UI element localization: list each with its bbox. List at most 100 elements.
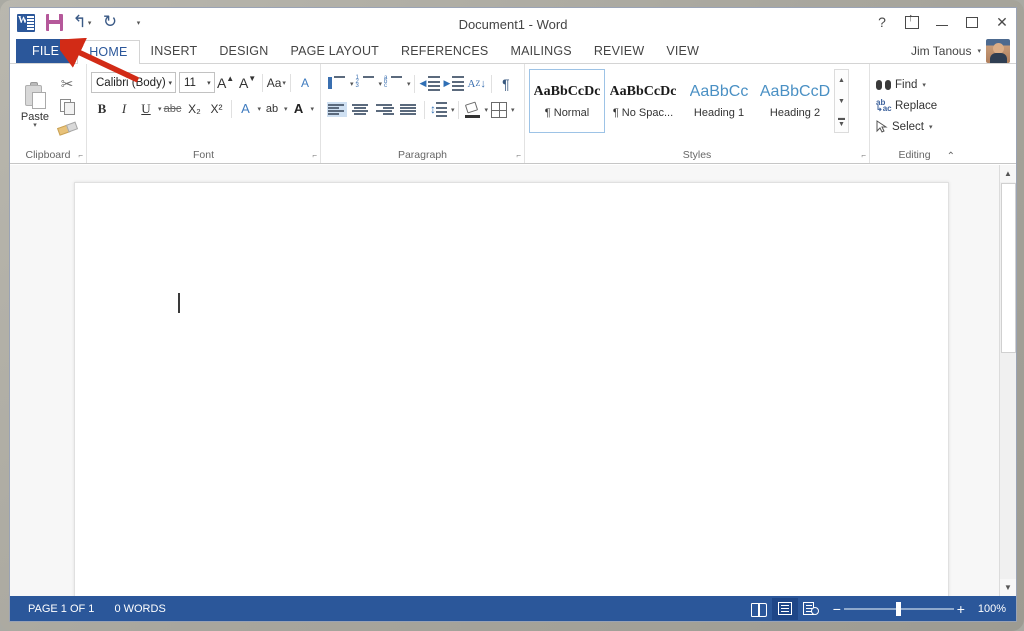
zoom-in-button[interactable]: + — [954, 602, 968, 616]
find-button[interactable]: Find ▾ — [874, 74, 955, 95]
tab-review[interactable]: REVIEW — [583, 40, 656, 63]
vertical-scrollbar[interactable]: ▲ ▼ — [999, 165, 1016, 596]
help-icon[interactable]: ? — [874, 14, 890, 30]
clipboard-dialog-launcher[interactable]: ⌐ — [78, 151, 83, 160]
style-item-heading-2[interactable]: AaBbCcD Heading 2 — [757, 69, 833, 133]
ribbon-display-options-icon[interactable] — [904, 13, 920, 30]
grow-font-button[interactable]: A ▲ — [215, 72, 237, 93]
font-size-input[interactable]: 11 ▾ — [179, 72, 215, 93]
select-button[interactable]: Select ▾ — [874, 116, 955, 137]
styles-scroll-up-icon[interactable]: ▲ — [835, 70, 848, 90]
decrease-indent-button[interactable]: ◀ — [418, 73, 442, 94]
paragraph-dialog-launcher[interactable]: ⌐ — [516, 151, 521, 160]
font-color-button[interactable]: A — [288, 98, 310, 119]
scroll-up-icon[interactable]: ▲ — [1000, 165, 1016, 182]
paste-label: Paste — [20, 110, 50, 123]
tab-insert[interactable]: INSERT — [140, 40, 209, 63]
font-color-caret-icon[interactable]: ▾ — [311, 105, 315, 113]
read-mode-view-button[interactable] — [746, 598, 772, 620]
align-center-button[interactable] — [349, 99, 373, 120]
zoom-slider[interactable]: − + — [830, 601, 968, 616]
tab-file[interactable]: FILE — [16, 39, 76, 63]
close-icon[interactable]: ✕ — [994, 14, 1010, 30]
cut-button[interactable]: ✂ — [56, 74, 78, 94]
underline-button[interactable]: U — [135, 98, 157, 119]
italic-button[interactable]: I — [113, 98, 135, 119]
increase-indent-button[interactable]: ▶ — [442, 73, 466, 94]
multilevel-list-button[interactable]: abc — [382, 73, 406, 94]
tab-mailings[interactable]: MAILINGS — [499, 40, 582, 63]
zoom-level-label[interactable]: 100% — [974, 603, 1008, 615]
style-item-normal[interactable]: AaBbCcDc ¶ Normal — [529, 69, 605, 133]
font-name-value: Calibri (Body) — [96, 76, 166, 89]
document-area[interactable]: ▲ ▼ — [10, 165, 1016, 596]
zoom-track[interactable] — [843, 601, 954, 616]
text-effects-button[interactable]: A — [235, 98, 257, 119]
find-caret-icon[interactable]: ▾ — [922, 81, 926, 89]
replace-button[interactable]: ab ↳ac Replace — [874, 95, 955, 116]
ribbon-group-styles: AaBbCcDc ¶ Normal AaBbCcDc ¶ No Spac... … — [524, 64, 869, 163]
print-layout-view-button[interactable] — [771, 597, 798, 620]
ribbon-group-editing: Find ▾ ab ↳ac Replace Select ▾ Editing ⌃ — [869, 64, 959, 163]
tab-view[interactable]: VIEW — [655, 40, 710, 63]
paste-caret-icon[interactable]: ▾ — [33, 122, 37, 129]
multilevel-list-caret-icon[interactable]: ▾ — [407, 80, 411, 88]
show-formatting-marks-button[interactable]: ¶ — [495, 73, 517, 94]
superscript-button[interactable]: X² — [206, 98, 228, 119]
web-layout-view-button[interactable] — [798, 598, 824, 620]
select-caret-icon[interactable]: ▾ — [929, 123, 933, 131]
scroll-down-icon[interactable]: ▼ — [1000, 579, 1016, 596]
minimize-icon[interactable] — [934, 14, 950, 30]
sort-button[interactable]: A Z ↓ — [466, 73, 488, 94]
avatar[interactable] — [986, 39, 1010, 63]
justify-button[interactable] — [397, 99, 421, 120]
cursor-icon — [876, 120, 888, 133]
subscript-button[interactable]: X₂ — [184, 98, 206, 119]
tab-home[interactable]: HOME — [77, 40, 140, 64]
account-caret-icon[interactable]: ▾ — [977, 47, 981, 55]
zoom-thumb[interactable] — [895, 601, 901, 616]
styles-scroll-down-icon[interactable]: ▼ — [835, 91, 848, 111]
styles-dialog-launcher[interactable]: ⌐ — [861, 151, 866, 160]
text-highlight-color-button[interactable]: ab — [261, 98, 283, 119]
zoom-out-button[interactable]: − — [830, 602, 844, 616]
borders-caret-icon[interactable]: ▾ — [511, 106, 515, 114]
line-spacing-button[interactable]: ↕ — [428, 99, 450, 120]
copy-button[interactable] — [56, 96, 78, 116]
shading-button[interactable] — [462, 99, 484, 120]
replace-icon: ab ↳ac — [876, 97, 892, 113]
ribbon-group-paragraph: ▾ 123 ▾ abc ▾ ◀ ▶ A Z ↓ ¶ ↕ ▾ ▾ ▾ Paragr… — [320, 64, 524, 163]
bold-button[interactable]: B — [91, 98, 113, 119]
font-dialog-launcher[interactable]: ⌐ — [312, 151, 317, 160]
clear-formatting-button[interactable]: A — [294, 72, 316, 93]
paste-button[interactable]: Paste ▾ — [14, 80, 56, 129]
styles-more-icon[interactable]: ▬ ▼ — [835, 112, 848, 132]
change-case-button[interactable]: Aa ▾ — [265, 72, 287, 93]
style-item-heading-1[interactable]: AaBbCc Heading 1 — [681, 69, 757, 133]
ribbon-tab-bar: FILE HOME INSERT DESIGN PAGE LAYOUT REFE… — [10, 38, 1016, 64]
document-page[interactable] — [74, 182, 949, 596]
page-indicator[interactable]: PAGE 1 OF 1 — [18, 603, 104, 615]
style-preview: AaBbCcDc — [533, 84, 601, 99]
tab-page-layout[interactable]: PAGE LAYOUT — [279, 40, 390, 63]
numbering-button[interactable]: 123 — [354, 73, 378, 94]
font-name-input[interactable]: Calibri (Body) ▾ — [91, 72, 176, 93]
align-left-button[interactable] — [325, 99, 349, 120]
style-item-no-spacing[interactable]: AaBbCcDc ¶ No Spac... — [605, 69, 681, 133]
word-count[interactable]: 0 WORDS — [104, 603, 175, 615]
tab-design[interactable]: DESIGN — [208, 40, 279, 63]
text-cursor — [178, 293, 180, 313]
account-name[interactable]: Jim Tanous — [911, 44, 971, 58]
restore-icon[interactable] — [964, 14, 980, 30]
align-right-button[interactable] — [373, 99, 397, 120]
line-spacing-caret-icon[interactable]: ▾ — [451, 106, 455, 114]
tab-references[interactable]: REFERENCES — [390, 40, 499, 63]
collapse-ribbon-icon[interactable]: ⌃ — [947, 151, 955, 162]
format-painter-button[interactable] — [56, 118, 78, 138]
group-label-clipboard: Clipboard — [25, 149, 71, 161]
bullets-button[interactable] — [325, 73, 349, 94]
borders-button[interactable] — [488, 99, 510, 120]
strikethrough-button[interactable]: abc — [162, 98, 184, 119]
scrollbar-thumb[interactable] — [1001, 183, 1016, 353]
shrink-font-button[interactable]: A ▼ — [237, 72, 259, 93]
